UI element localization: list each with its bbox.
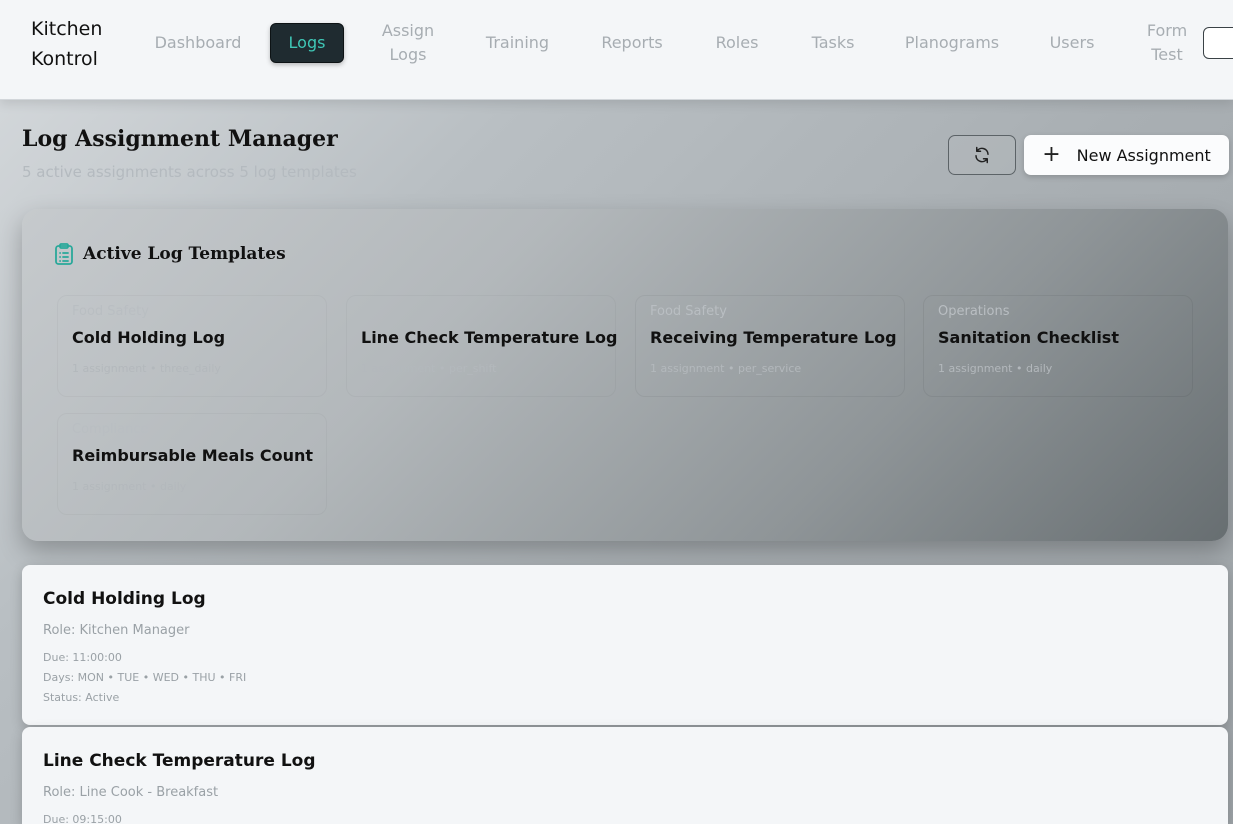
assignment-due: Due: 09:15:00 <box>43 813 122 824</box>
template-name: Reimbursable Meals Count <box>72 446 314 465</box>
templates-header: Active Log Templates <box>54 243 286 265</box>
new-assignment-button[interactable]: + New Assignment <box>1024 135 1229 175</box>
template-category: Operations <box>938 304 1010 319</box>
assignment-title: Line Check Temperature Log <box>43 751 316 771</box>
template-card[interactable]: Food Safety Cold Holding Log 1 assignmen… <box>57 295 327 397</box>
assignment-role: Role: Kitchen Manager <box>43 623 190 638</box>
nav-form-test[interactable]: Form Test <box>1140 0 1194 86</box>
template-meta: 1 assignment • daily <box>938 362 1053 375</box>
nav-form-test-line-2: Test <box>1151 45 1183 64</box>
brand-line-1: Kitchen <box>31 18 103 40</box>
top-navigation-bar: Kitchen Kontrol Dashboard Logs Assign Lo… <box>0 0 1233 100</box>
template-card[interactable]: Operations Sanitation Checklist 1 assign… <box>923 295 1193 397</box>
template-category: Food Safety <box>72 304 149 319</box>
template-card[interactable]: Line Check Temperature Log 1 assignment … <box>346 295 618 397</box>
nav-tasks[interactable]: Tasks <box>806 0 860 86</box>
nav-reports[interactable]: Reports <box>596 0 668 86</box>
template-card[interactable]: Compliance Reimbursable Meals Count 1 as… <box>57 413 327 515</box>
nav-users[interactable]: Users <box>1044 0 1100 86</box>
refresh-button[interactable] <box>948 135 1016 175</box>
assignment-due: Due: 11:00:00 <box>43 651 122 664</box>
assignment-card[interactable]: Cold Holding Log Role: Kitchen Manager D… <box>22 565 1228 725</box>
assignment-role: Role: Line Cook - Breakfast <box>43 785 219 800</box>
nav-assign-logs-line-1: Assign <box>381 21 435 40</box>
new-assignment-label: New Assignment <box>1076 145 1211 165</box>
nav-logs[interactable]: Logs <box>270 23 344 63</box>
template-meta: 1 assignment • three_daily <box>72 362 221 375</box>
plus-icon: + <box>1042 142 1061 167</box>
nav-planograms[interactable]: Planograms <box>902 0 1002 86</box>
assignment-status: Status: Active <box>43 691 120 704</box>
nav-training[interactable]: Training <box>480 0 555 86</box>
clipboard-icon <box>55 243 73 265</box>
template-card[interactable]: Food Safety Receiving Temperature Log 1 … <box>635 295 905 397</box>
nav-assign-logs-line-2: Logs <box>389 45 427 64</box>
template-name: Line Check Temperature Log <box>361 328 618 347</box>
nav-overflow-button[interactable] <box>1203 27 1233 59</box>
assignment-days: Days: MON • TUE • WED • THU • FRI <box>43 671 247 684</box>
template-name: Receiving Temperature Log <box>650 328 897 347</box>
page-title: Log Assignment Manager <box>22 126 338 152</box>
template-meta: 1 assignment • daily <box>72 480 187 493</box>
template-name: Sanitation Checklist <box>938 328 1119 347</box>
template-category: Food Safety <box>650 304 727 319</box>
template-meta: 1 assignment • per_service <box>650 362 802 375</box>
template-name: Cold Holding Log <box>72 328 226 347</box>
brand-line-2: Kontrol <box>31 48 98 70</box>
page-subtitle: 5 active assignments across 5 log templa… <box>22 163 357 181</box>
template-meta: 1 assignment • per_shift <box>361 362 497 375</box>
nav-roles[interactable]: Roles <box>710 0 764 86</box>
refresh-icon <box>975 146 989 164</box>
assignment-card[interactable]: Line Check Temperature Log Role: Line Co… <box>22 727 1228 824</box>
active-log-templates-panel: Active Log Templates Food Safety Cold Ho… <box>22 209 1228 541</box>
nav-dashboard[interactable]: Dashboard <box>154 0 242 86</box>
assignment-title: Cold Holding Log <box>43 589 206 609</box>
templates-title: Active Log Templates <box>83 244 286 264</box>
nav-assign-logs[interactable]: Assign Logs <box>370 0 446 86</box>
template-category: Compliance <box>72 422 149 437</box>
brand-logo[interactable]: Kitchen Kontrol <box>31 14 121 74</box>
nav-form-test-line-1: Form <box>1146 21 1188 40</box>
